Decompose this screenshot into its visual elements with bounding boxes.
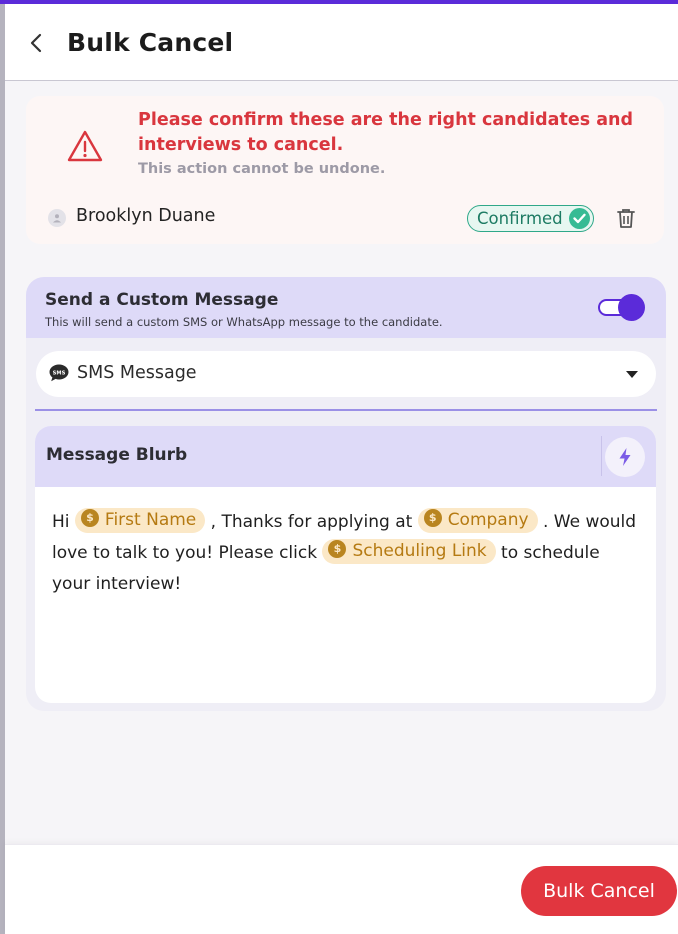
status-badge-label: Confirmed — [477, 209, 563, 228]
back-button[interactable] — [23, 28, 49, 58]
custom-message-description: This will send a custom SMS or WhatsApp … — [45, 315, 443, 329]
check-circle-icon — [569, 208, 590, 229]
warning-title: Please confirm these are the right candi… — [138, 110, 634, 155]
page-title: Bulk Cancel — [67, 28, 234, 57]
message-blurb-editor: Message Blurb Hi $ First Name , Thanks fo… — [35, 426, 656, 703]
custom-message-card: Send a Custom Message This will send a c… — [26, 277, 666, 711]
insert-variable-button[interactable] — [605, 437, 645, 477]
warning-subtitle: This action cannot be undone. — [138, 161, 386, 177]
candidate-name: Brooklyn Duane — [76, 206, 216, 226]
trash-icon — [617, 208, 635, 228]
bulk-cancel-button[interactable]: Bulk Cancel — [521, 866, 677, 916]
warning-triangle-icon — [67, 130, 103, 162]
dollar-badge-icon: $ — [423, 508, 442, 527]
message-blurb-text[interactable]: Hi $ First Name , Thanks for applying at … — [52, 507, 642, 600]
variable-chip-label: Scheduling Link — [352, 540, 487, 561]
message-channel-select[interactable]: SMS SMS Message — [36, 351, 656, 397]
svg-text:SMS: SMS — [53, 370, 66, 376]
dollar-badge-icon: $ — [328, 539, 347, 558]
custom-message-header: Send a Custom Message This will send a c… — [26, 277, 666, 338]
blurb-text: Hi — [52, 512, 75, 532]
divider — [601, 436, 602, 476]
panel-footer: Bulk Cancel — [5, 844, 678, 934]
message-channel-value: SMS Message — [77, 363, 197, 383]
variable-chip-company[interactable]: $ Company — [417, 507, 538, 533]
user-icon — [53, 214, 61, 223]
avatar — [48, 209, 66, 227]
chevron-down-icon — [626, 371, 638, 378]
variable-chip-label: First Name — [104, 509, 197, 530]
sms-bubble-icon: SMS — [49, 364, 69, 382]
message-blurb-title: Message Blurb — [46, 445, 188, 465]
delete-candidate-button[interactable] — [615, 206, 637, 230]
toggle-knob — [618, 294, 645, 321]
dollar-badge-icon: $ — [80, 508, 99, 527]
confirmation-card: Please confirm these are the right candi… — [26, 96, 664, 244]
status-badge: Confirmed — [467, 205, 594, 232]
variable-chip-label: Company — [447, 509, 529, 530]
custom-message-title: Send a Custom Message — [45, 290, 279, 310]
divider — [35, 409, 657, 411]
chevron-left-icon — [30, 33, 42, 53]
blurb-text: , Thanks for applying at — [205, 512, 418, 532]
lightning-bolt-icon — [619, 448, 631, 466]
variable-chip-scheduling-link[interactable]: $ Scheduling Link — [322, 538, 496, 564]
message-blurb-header: Message Blurb — [35, 426, 656, 487]
custom-message-toggle[interactable] — [598, 294, 645, 321]
variable-chip-first-name[interactable]: $ First Name — [74, 507, 206, 533]
bulk-cancel-panel: Bulk Cancel Please confirm these are the… — [5, 4, 678, 934]
panel-header: Bulk Cancel — [5, 4, 678, 81]
